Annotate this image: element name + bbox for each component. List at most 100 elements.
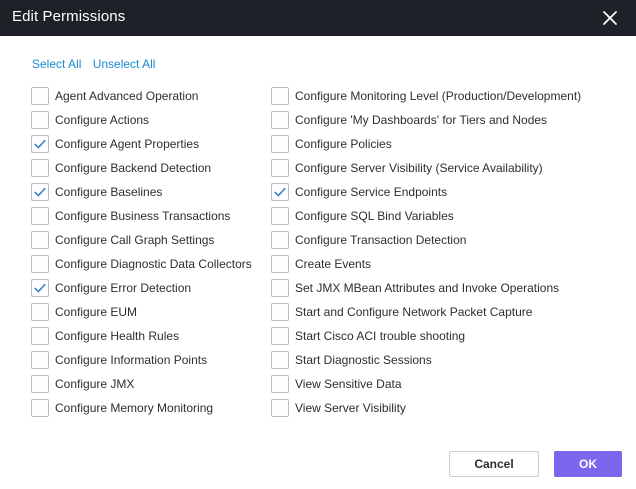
permission-item[interactable]: View Sensitive Data — [271, 372, 623, 396]
permission-label: Configure JMX — [55, 377, 135, 391]
permission-checkbox[interactable] — [31, 183, 49, 201]
permission-label: Configure Baselines — [55, 185, 163, 199]
permission-checkbox[interactable] — [31, 279, 49, 297]
permission-item[interactable]: Configure Service Endpoints — [271, 180, 623, 204]
permission-item[interactable]: Configure Server Visibility (Service Ava… — [271, 156, 623, 180]
permission-item[interactable]: Configure Error Detection — [31, 276, 267, 300]
permission-item[interactable]: Configure Diagnostic Data Collectors — [31, 252, 267, 276]
permission-checkbox[interactable] — [271, 135, 289, 153]
permission-item[interactable]: Start Diagnostic Sessions — [271, 348, 623, 372]
permission-label: Configure 'My Dashboards' for Tiers and … — [295, 113, 548, 127]
close-icon — [603, 11, 617, 25]
permission-item[interactable]: Configure Transaction Detection — [271, 228, 623, 252]
permission-item[interactable]: View Server Visibility — [271, 396, 623, 420]
permission-checkbox[interactable] — [271, 207, 289, 225]
permission-item[interactable]: Configure 'My Dashboards' for Tiers and … — [271, 108, 623, 132]
permission-item[interactable]: Configure Monitoring Level (Production/D… — [271, 84, 623, 108]
permission-item[interactable]: Configure Baselines — [31, 180, 267, 204]
permission-label: Configure Agent Properties — [55, 137, 200, 151]
permission-label: Configure Policies — [295, 137, 392, 151]
permission-checkbox[interactable] — [271, 279, 289, 297]
unselect-all-link[interactable]: Unselect All — [93, 57, 156, 71]
permissions-column-right: Configure Monitoring Level (Production/D… — [271, 84, 623, 420]
permission-checkbox[interactable] — [31, 255, 49, 273]
permission-label: Configure Service Endpoints — [295, 185, 448, 199]
permission-label: Configure Monitoring Level (Production/D… — [295, 89, 582, 103]
permission-checkbox[interactable] — [271, 375, 289, 393]
permission-label: Configure Transaction Detection — [295, 233, 467, 247]
permission-checkbox[interactable] — [271, 303, 289, 321]
permission-checkbox[interactable] — [271, 183, 289, 201]
checkmark-icon — [34, 187, 46, 197]
permission-checkbox[interactable] — [271, 159, 289, 177]
permission-item[interactable]: Configure Policies — [271, 132, 623, 156]
permission-checkbox[interactable] — [31, 207, 49, 225]
permission-label: Create Events — [295, 257, 372, 271]
permission-label: Configure Actions — [55, 113, 150, 127]
permission-label: Configure Call Graph Settings — [55, 233, 215, 247]
permission-checkbox[interactable] — [31, 135, 49, 153]
permission-checkbox[interactable] — [271, 351, 289, 369]
permission-item[interactable]: Start and Configure Network Packet Captu… — [271, 300, 623, 324]
edit-permissions-dialog: Edit Permissions Select All Unselect All… — [0, 0, 636, 489]
permission-label: Configure Information Points — [55, 353, 208, 367]
checkmark-icon — [34, 283, 46, 293]
permission-label: Configure Server Visibility (Service Ava… — [295, 161, 543, 175]
permission-checkbox[interactable] — [31, 159, 49, 177]
permission-item[interactable]: Set JMX MBean Attributes and Invoke Oper… — [271, 276, 623, 300]
permission-checkbox[interactable] — [271, 87, 289, 105]
ok-button[interactable]: OK — [554, 451, 622, 477]
permission-checkbox[interactable] — [31, 303, 49, 321]
permission-checkbox[interactable] — [31, 399, 49, 417]
permission-checkbox[interactable] — [271, 255, 289, 273]
permission-label: Configure Memory Monitoring — [55, 401, 214, 415]
permission-checkbox[interactable] — [31, 327, 49, 345]
permission-label: Configure Business Transactions — [55, 209, 231, 223]
permission-label: Start and Configure Network Packet Captu… — [295, 305, 533, 319]
permission-item[interactable]: Configure Actions — [31, 108, 267, 132]
permission-checkbox[interactable] — [271, 111, 289, 129]
permission-label: View Server Visibility — [295, 401, 406, 415]
selection-links: Select All Unselect All — [32, 57, 155, 71]
checkmark-icon — [34, 139, 46, 149]
permission-item[interactable]: Configure Call Graph Settings — [31, 228, 267, 252]
permission-item[interactable]: Configure Business Transactions — [31, 204, 267, 228]
permission-item[interactable]: Configure Information Points — [31, 348, 267, 372]
checkmark-icon — [274, 187, 286, 197]
permission-label: Configure EUM — [55, 305, 138, 319]
permissions-column-left: Agent Advanced Operation Configure Action… — [31, 84, 267, 420]
select-all-link[interactable]: Select All — [32, 57, 81, 71]
permission-item[interactable]: Configure JMX — [31, 372, 267, 396]
permission-label: Configure Diagnostic Data Collectors — [55, 257, 252, 271]
dialog-title: Edit Permissions — [12, 8, 126, 25]
permission-item[interactable]: Configure Agent Properties — [31, 132, 267, 156]
permission-label: Configure SQL Bind Variables — [295, 209, 454, 223]
permission-label: View Sensitive Data — [295, 377, 402, 391]
permission-checkbox[interactable] — [31, 351, 49, 369]
permission-label: Configure Backend Detection — [55, 161, 212, 175]
permission-item[interactable]: Configure EUM — [31, 300, 267, 324]
close-button[interactable] — [598, 6, 622, 30]
permission-label: Set JMX MBean Attributes and Invoke Oper… — [295, 281, 560, 295]
permission-item[interactable]: Configure Backend Detection — [31, 156, 267, 180]
permission-label: Configure Health Rules — [55, 329, 180, 343]
permission-item[interactable]: Configure Memory Monitoring — [31, 396, 267, 420]
permission-item[interactable]: Agent Advanced Operation — [31, 84, 267, 108]
dialog-titlebar: Edit Permissions — [0, 0, 636, 36]
permission-label: Agent Advanced Operation — [55, 89, 199, 103]
permission-item[interactable]: Create Events — [271, 252, 623, 276]
permission-checkbox[interactable] — [271, 231, 289, 249]
permission-checkbox[interactable] — [271, 399, 289, 417]
permission-label: Start Cisco ACI trouble shooting — [295, 329, 466, 343]
permission-checkbox[interactable] — [31, 375, 49, 393]
permission-checkbox[interactable] — [31, 231, 49, 249]
permission-label: Start Diagnostic Sessions — [295, 353, 432, 367]
permission-checkbox[interactable] — [31, 111, 49, 129]
permission-item[interactable]: Configure SQL Bind Variables — [271, 204, 623, 228]
permission-checkbox[interactable] — [271, 327, 289, 345]
permission-checkbox[interactable] — [31, 87, 49, 105]
permission-item[interactable]: Start Cisco ACI trouble shooting — [271, 324, 623, 348]
permission-item[interactable]: Configure Health Rules — [31, 324, 267, 348]
cancel-button[interactable]: Cancel — [449, 451, 539, 477]
permission-label: Configure Error Detection — [55, 281, 192, 295]
